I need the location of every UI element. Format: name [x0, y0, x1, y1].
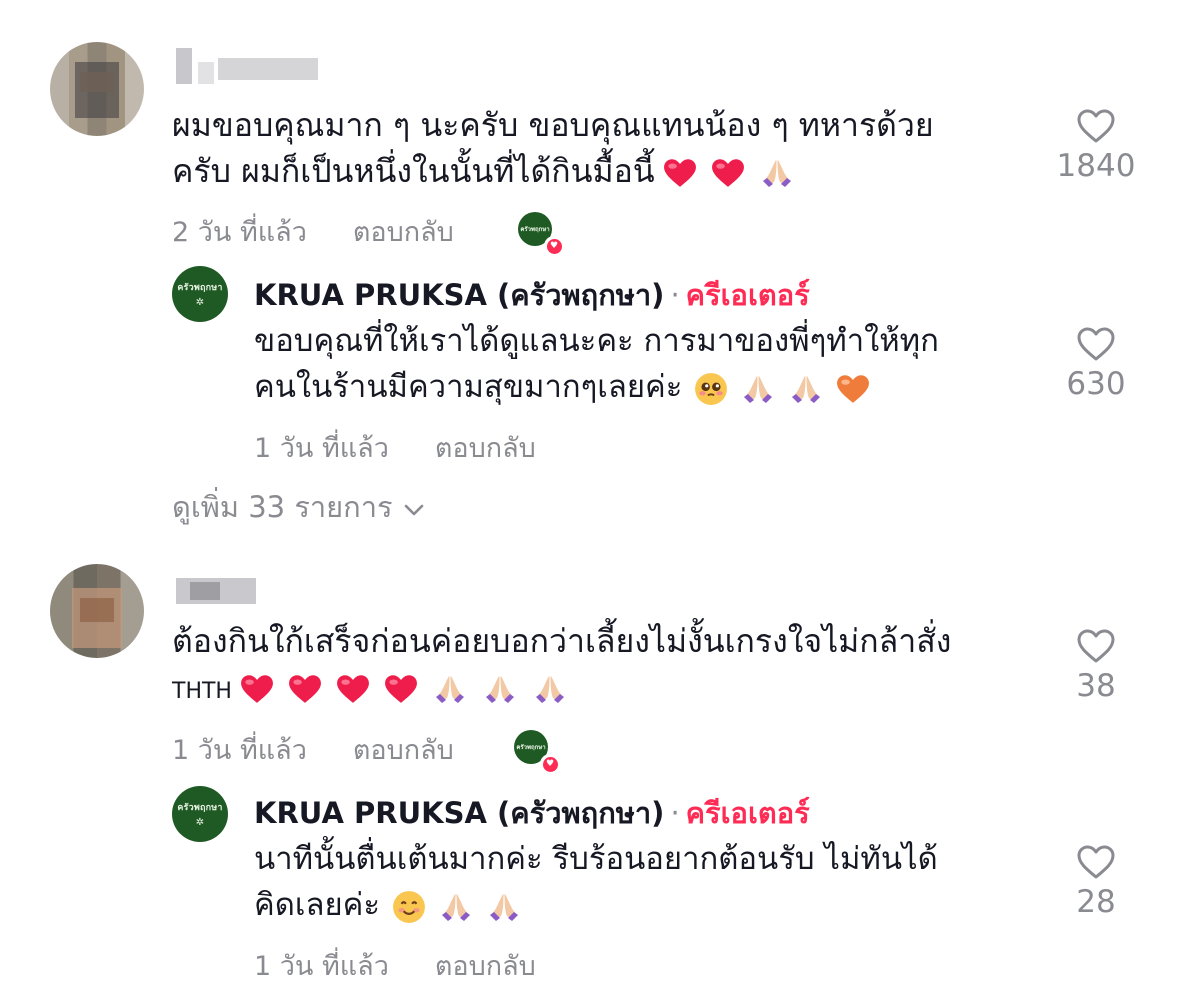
reply-text-line: ขอบคุณที่ให้เราได้ดูแลนะคะ การมาของพี่ๆท… — [254, 323, 939, 359]
comment-meta: 2 วัน ที่แล้ว ตอบกลับ — [172, 210, 454, 253]
like-button[interactable]: 630 — [1036, 326, 1156, 402]
folded-hands-emoji — [482, 673, 518, 705]
red-heart-emoji — [711, 158, 745, 188]
like-button[interactable]: 28 — [1036, 844, 1156, 920]
like-count: 38 — [1076, 668, 1116, 704]
creator-logo-text: ครัวพฤกษา — [177, 803, 223, 813]
like-count: 630 — [1066, 366, 1126, 402]
reply-button[interactable]: ตอบกลับ — [353, 735, 454, 766]
smiling-face-emoji — [392, 890, 426, 924]
red-heart-emoji — [288, 674, 322, 704]
like-count: 28 — [1076, 884, 1116, 920]
heart-outline-icon — [1076, 628, 1116, 664]
red-heart-emoji — [336, 674, 370, 704]
folded-hands-emoji — [532, 673, 568, 705]
view-more-label: ดูเพิ่ม 33 รายการ — [172, 490, 393, 524]
creator-logo-mark-icon: ✲ — [195, 297, 205, 308]
reply-time: 1 วัน ที่แล้ว — [254, 951, 389, 982]
folded-hands-emoji — [740, 373, 776, 405]
reply-button[interactable]: ตอบกลับ — [353, 217, 454, 248]
reply-text-line: นาทีนั้นตื่นเต้นมากค่ะ รีบร้อนอยากต้อนรั… — [254, 841, 938, 877]
comment-time: 1 วัน ที่แล้ว — [172, 735, 307, 766]
folded-hands-emoji — [486, 891, 522, 923]
commenter-avatar[interactable] — [50, 42, 144, 136]
folded-hands-emoji — [438, 891, 474, 923]
like-button[interactable]: 1840 — [1036, 108, 1156, 184]
chevron-down-icon — [404, 504, 423, 516]
heart-outline-icon — [1076, 326, 1116, 362]
like-count: 1840 — [1056, 148, 1136, 184]
reply-button[interactable]: ตอบกลับ — [435, 951, 536, 982]
orange-heart-emoji — [836, 374, 870, 404]
creator-logo-mini: ครัวพฤกษา — [520, 226, 550, 233]
commenter-name-redacted[interactable] — [170, 574, 258, 608]
comment-meta: 1 วัน ที่แล้ว ตอบกลับ — [172, 728, 454, 771]
reply-text-line: คนในร้านมีความสุขมากๆเลยค่ะ — [254, 362, 870, 412]
comment-text-line: ต้องกินใก้เสร็จก่อนค่อยบอกว่าเลี้ยงไม่งั… — [172, 622, 952, 660]
creator-avatar[interactable]: ครัวพฤกษา ✲ — [172, 786, 228, 842]
comment-text-line: ผมขอบคุณมาก ๆ นะครับ ขอบคุณแทนน้อง ๆ ทหา… — [172, 106, 934, 144]
creator-label: ครีเอเตอร์ — [685, 278, 810, 312]
creator-logo-text: ครัวพฤกษา — [177, 283, 223, 293]
reply-text-line: คิดเลยค่ะ — [254, 880, 522, 930]
pleading-face-emoji — [694, 372, 728, 406]
red-heart-emoji — [240, 674, 274, 704]
view-more-replies-button[interactable]: ดูเพิ่ม 33 รายการ — [172, 484, 425, 530]
heart-outline-icon — [1076, 844, 1116, 880]
creator-logo-mark-icon: ✲ — [195, 817, 205, 828]
reply-button[interactable]: ตอบกลับ — [435, 433, 536, 464]
creator-avatar[interactable]: ครัวพฤกษา ✲ — [172, 266, 228, 322]
mini-heart-icon: ♥ — [546, 238, 562, 254]
commenter-avatar[interactable] — [50, 564, 144, 658]
creator-label: ครีเอเตอร์ — [685, 796, 810, 830]
reply-meta: 1 วัน ที่แล้ว ตอบกลับ — [254, 944, 536, 987]
commenter-name-redacted[interactable] — [170, 48, 326, 84]
reply-meta: 1 วัน ที่แล้ว ตอบกลับ — [254, 426, 536, 469]
reply-time: 1 วัน ที่แล้ว — [254, 433, 389, 464]
mini-heart-icon: ♥ — [542, 756, 558, 772]
red-heart-emoji — [384, 674, 418, 704]
folded-hands-emoji — [432, 673, 468, 705]
reply-author[interactable]: KRUA PRUKSA (ครัวพฤกษา) — [254, 278, 664, 312]
folded-hands-emoji — [759, 157, 795, 189]
like-button[interactable]: 38 — [1036, 628, 1156, 704]
reply-author[interactable]: KRUA PRUKSA (ครัวพฤกษา) — [254, 796, 664, 830]
comment-time: 2 วัน ที่แล้ว — [172, 217, 307, 248]
comment-text-line: ครับ ผมก็เป็นหนึ่งในนั้นที่ได้กินมื้อนี้ — [172, 146, 795, 196]
red-heart-emoji — [663, 158, 697, 188]
reply-header: KRUA PRUKSA (ครัวพฤกษา) · ครีเอเตอร์ — [254, 272, 810, 318]
creator-logo-mini: ครัวพฤกษา — [516, 744, 546, 751]
comment-text-line: THTH — [172, 662, 568, 717]
separator-dot: · — [670, 796, 680, 830]
heart-outline-icon — [1076, 108, 1116, 144]
folded-hands-emoji — [788, 373, 824, 405]
reply-header: KRUA PRUKSA (ครัวพฤกษา) · ครีเอเตอร์ — [254, 790, 810, 836]
separator-dot: · — [670, 278, 680, 312]
liked-by-creator-badge: ครัวพฤกษา ♥ — [518, 212, 564, 256]
liked-by-creator-badge: ครัวพฤกษา ♥ — [514, 730, 560, 774]
